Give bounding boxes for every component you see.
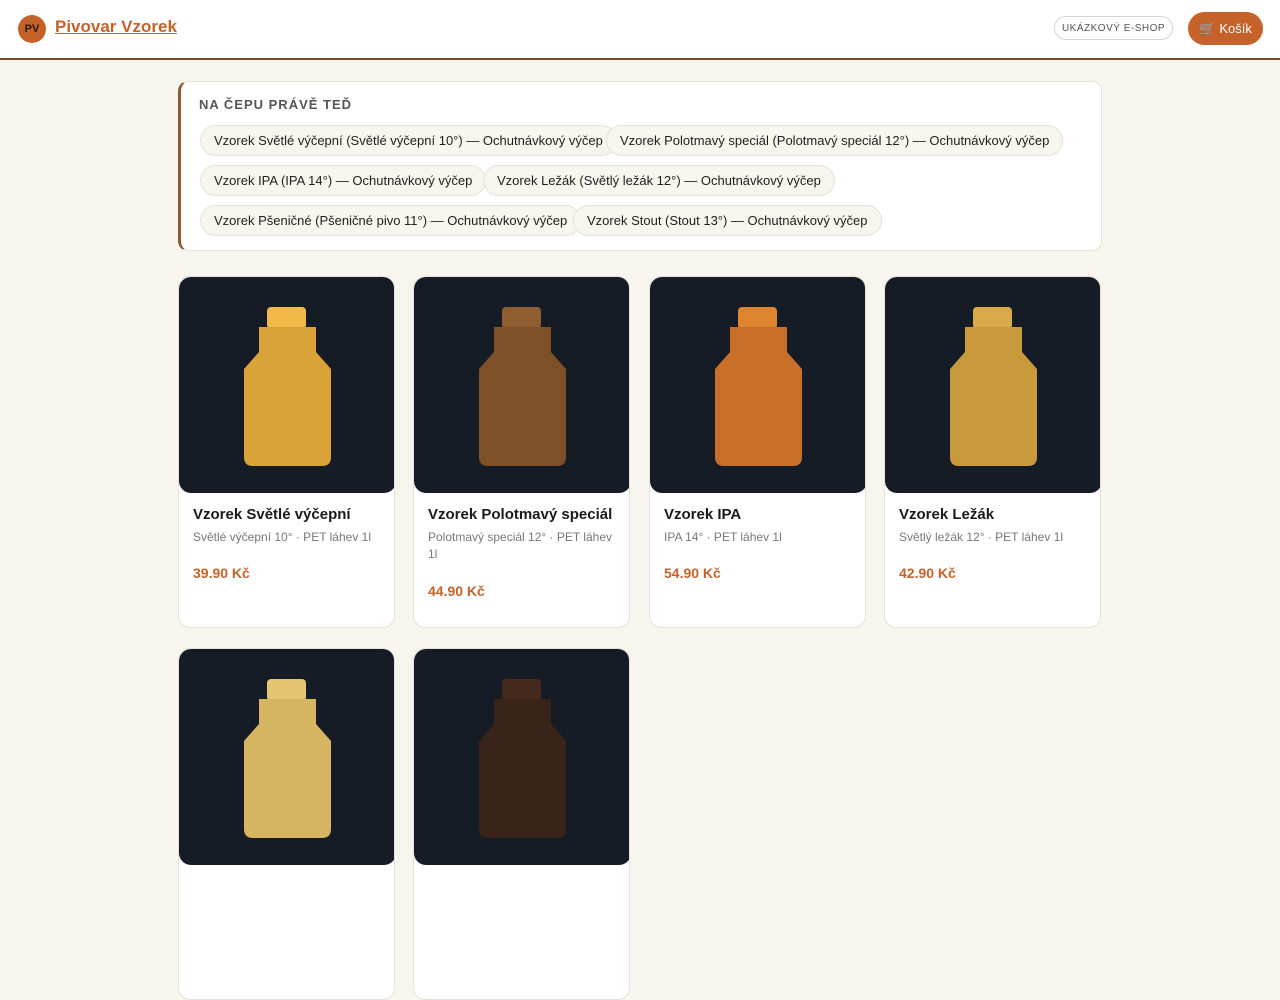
brand-link[interactable]: Pivovar Vzorek [55, 17, 177, 37]
product-card[interactable] [178, 648, 395, 1000]
bottle-icon [715, 307, 802, 466]
on-tap-chip[interactable]: Vzorek Polotmavý speciál (Polotmavý spec… [606, 125, 1064, 156]
on-tap-title: NA ČEPU PRÁVĚ TEĎ [199, 97, 353, 112]
on-tap-chip[interactable]: Vzorek Stout (Stout 13°) — Ochutnávkový … [573, 205, 882, 236]
bottle-icon [950, 307, 1037, 466]
product-description: IPA 14° · PET láhev 1l [664, 530, 782, 544]
cart-button-label: Košík [1219, 21, 1252, 36]
product-image [885, 277, 1100, 493]
on-tap-chip[interactable]: Vzorek Ležák (Světlý ležák 12°) — Ochutn… [483, 165, 835, 196]
product-description: Světlý ležák 12° · PET láhev 1l [899, 530, 1063, 544]
product-card[interactable]: Vzorek Světlé výčepní Světlé výčepní 10° … [178, 276, 395, 628]
demo-shop-badge: UKÁZKOVÝ E-SHOP [1054, 16, 1173, 40]
product-price: 42.90 Kč [899, 565, 956, 581]
product-description: Polotmavý speciál 12° · PET láhev 1l [428, 530, 612, 561]
product-name: Vzorek Ležák [899, 506, 995, 523]
product-card[interactable]: Vzorek IPA IPA 14° · PET láhev 1l 54.90 Kč [649, 276, 866, 628]
product-card[interactable]: Vzorek Polotmavý speciál Polotmavý speciá… [413, 276, 630, 628]
product-image [179, 649, 394, 865]
product-description: Světlé výčepní 10° · PET láhev 1l [193, 530, 372, 544]
product-image [414, 277, 629, 493]
bottle-icon [479, 307, 566, 466]
product-card[interactable] [413, 648, 630, 1000]
product-price: 39.90 Kč [193, 565, 250, 581]
product-name: Vzorek Světlé výčepní [193, 506, 351, 523]
cart-icon: 🛒 [1199, 20, 1216, 36]
product-price: 54.90 Kč [664, 565, 721, 581]
product-card[interactable]: Vzorek Ležák Světlý ležák 12° · PET láhev… [884, 276, 1101, 628]
on-tap-chip[interactable]: Vzorek IPA (IPA 14°) — Ochutnávkový výče… [200, 165, 487, 196]
product-price: 44.90 Kč [428, 583, 485, 599]
site-header: PV Pivovar Vzorek UKÁZKOVÝ E-SHOP 🛒 Koší… [0, 0, 1280, 60]
product-name: Vzorek IPA [664, 506, 742, 523]
on-tap-chip[interactable]: Vzorek Pšeničné (Pšeničné pivo 11°) — Oc… [200, 205, 582, 236]
on-tap-panel: NA ČEPU PRÁVĚ TEĎ Vzorek Světlé výčepní … [178, 81, 1102, 251]
product-image [650, 277, 865, 493]
bottle-icon [479, 679, 566, 838]
bottle-icon [244, 679, 331, 838]
logo-badge: PV [18, 15, 46, 43]
product-image [179, 277, 394, 493]
product-name: Vzorek Polotmavý speciál [428, 506, 613, 523]
bottle-icon [244, 307, 331, 466]
on-tap-chip[interactable]: Vzorek Světlé výčepní (Světlé výčepní 10… [200, 125, 617, 156]
cart-button[interactable]: 🛒 Košík [1188, 12, 1263, 45]
product-image [414, 649, 629, 865]
